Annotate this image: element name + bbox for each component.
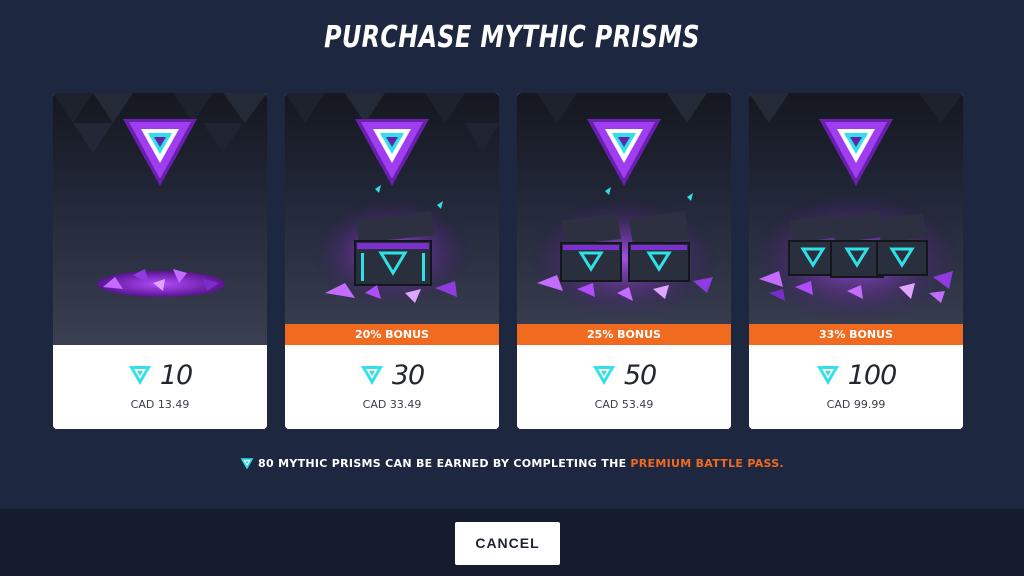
offer-art <box>53 93 267 345</box>
mythic-prism-icon <box>240 458 254 470</box>
offer-amount: 10 <box>159 359 193 391</box>
bonus-banner: 25% BONUS <box>517 324 731 345</box>
offer-price: CAD 99.99 <box>826 398 886 411</box>
offer-card-10[interactable]: 10 CAD 13.49 <box>53 93 267 429</box>
offer-amount: 100 <box>847 359 898 391</box>
offer-illustration <box>53 93 267 297</box>
premium-battle-pass-link[interactable]: PREMIUM BATTLE PASS. <box>630 457 784 470</box>
prism-chest-icon <box>354 211 435 286</box>
purchase-screen: PURCHASE MYTHIC PRISMS 10 CAD 13.49 20% … <box>0 0 1024 576</box>
offer-card-50[interactable]: 25% BONUS 50 CAD 53.49 <box>517 93 731 429</box>
mythic-prism-gem-icon <box>355 119 429 186</box>
prism-chest-icon <box>876 213 928 276</box>
mythic-prism-gem-icon <box>587 119 661 186</box>
page-title: PURCHASE MYTHIC PRISMS <box>324 20 700 55</box>
mythic-prism-icon <box>816 366 839 385</box>
offer-price-area: 10 CAD 13.49 <box>53 345 267 429</box>
mythic-prism-gem-icon <box>123 119 197 186</box>
prism-pile <box>97 269 225 297</box>
offer-price-area: 30 CAD 33.49 <box>285 345 499 429</box>
offer-amount: 50 <box>623 359 657 391</box>
offer-price: CAD 13.49 <box>130 398 190 411</box>
offer-card-30[interactable]: 20% BONUS 30 CAD 33.49 <box>285 93 499 429</box>
prism-chest-icon <box>788 215 838 276</box>
offer-list: 10 CAD 13.49 20% BONUS 30 CAD 33.49 25% … <box>53 93 963 429</box>
mythic-prism-icon <box>128 366 151 385</box>
offer-illustration <box>749 93 963 323</box>
battle-pass-note: 80 MYTHIC PRISMS CAN BE EARNED BY COMPLE… <box>0 457 1024 470</box>
bonus-banner: 20% BONUS <box>285 324 499 345</box>
prism-chest-icon <box>560 213 622 282</box>
offer-illustration <box>529 93 719 318</box>
prism-chest-icon <box>830 211 884 278</box>
offer-price: CAD 53.49 <box>594 398 654 411</box>
bonus-banner: 33% BONUS <box>749 324 963 345</box>
offer-price-area: 100 CAD 99.99 <box>749 345 963 429</box>
offer-card-100[interactable]: 33% BONUS 100 CAD 99.99 <box>749 93 963 429</box>
mythic-prism-gem-icon <box>819 119 893 186</box>
cancel-button[interactable]: CANCEL <box>455 522 560 565</box>
offer-art <box>285 93 499 345</box>
offer-art <box>749 93 963 345</box>
note-text: 80 MYTHIC PRISMS CAN BE EARNED BY COMPLE… <box>258 457 627 470</box>
offer-price: CAD 33.49 <box>362 398 422 411</box>
offer-price-area: 50 CAD 53.49 <box>517 345 731 429</box>
offer-illustration <box>285 93 499 308</box>
offer-art <box>517 93 731 345</box>
prism-chest-icon <box>628 211 690 282</box>
offer-amount: 30 <box>391 359 425 391</box>
mythic-prism-icon <box>592 366 615 385</box>
mythic-prism-icon <box>360 366 383 385</box>
